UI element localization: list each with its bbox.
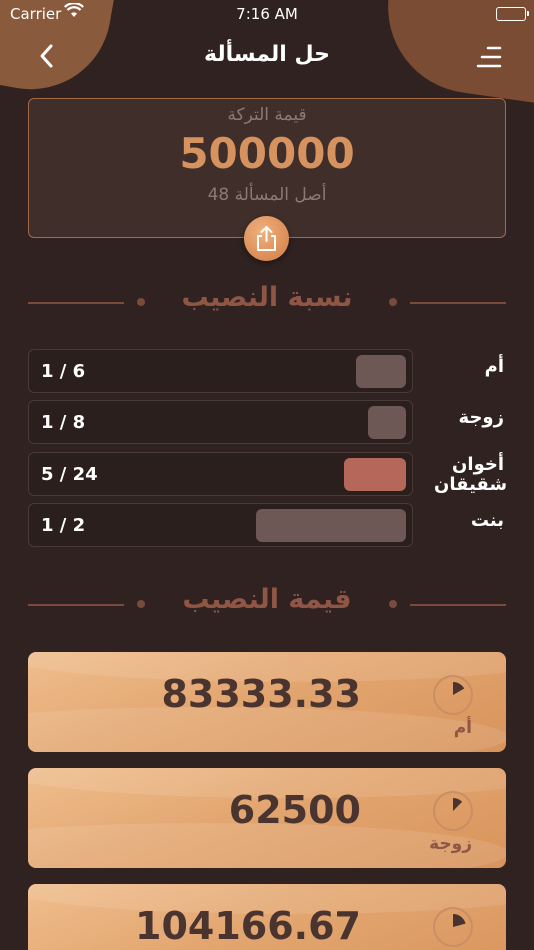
share-value-card[interactable]: 83333.33 أم: [28, 652, 506, 752]
heir-name: بنت: [470, 510, 504, 531]
divider-line: [410, 302, 506, 304]
problem-origin: أصل المسألة 48: [29, 185, 505, 205]
problem-origin-value: 48: [207, 185, 230, 205]
ratio-row-mother: 1 / 6 أم: [0, 349, 534, 395]
ratio-fraction: 1 / 6: [41, 361, 86, 382]
problem-origin-label: أصل المسألة: [234, 185, 327, 205]
ratio-fraction: 1 / 8: [41, 412, 86, 433]
heir-name: زوجة: [429, 834, 472, 854]
ratio-bar: [356, 355, 406, 388]
battery-icon: [496, 7, 529, 21]
divider-line: [410, 604, 506, 606]
value-section-title: قيمة النصيب: [182, 584, 352, 615]
clock: 7:16 AM: [236, 5, 298, 23]
share-value: 104166.67: [135, 904, 361, 948]
navigation-bar: حل المسألة: [0, 34, 534, 78]
ratio-box: 1 / 8: [28, 400, 413, 444]
pie-wedge: [453, 798, 463, 811]
value-section-header: قيمة النصيب: [0, 584, 534, 624]
share-icon: [257, 226, 276, 251]
heir-name: أم: [453, 718, 472, 738]
ratio-box: 1 / 2: [28, 503, 413, 547]
ratio-fraction: 1 / 2: [41, 515, 86, 536]
share-value: 83333.33: [161, 672, 361, 716]
ratio-box: 5 / 24: [28, 452, 413, 496]
ratio-section-header: نسبة النصيب: [0, 282, 534, 322]
share-button[interactable]: [244, 216, 289, 261]
estate-total-label: قيمة التركة: [227, 105, 307, 125]
share-value-card[interactable]: 104166.67: [28, 884, 506, 950]
estate-total-amount: 500000: [179, 129, 355, 178]
pie-wedge: [453, 914, 466, 927]
divider-dot: [389, 600, 397, 608]
share-pie-icon: [433, 675, 473, 715]
share-value: 62500: [228, 788, 361, 832]
ratio-bar: [256, 509, 406, 542]
ratio-bar: [368, 406, 406, 439]
ratio-bar: [344, 458, 406, 491]
heir-name: أخوان شقيقان: [434, 454, 508, 495]
share-pie-icon: [433, 907, 473, 947]
divider-dot: [389, 298, 397, 306]
pie-wedge: [453, 682, 465, 695]
menu-icon[interactable]: [474, 42, 504, 72]
share-value-card[interactable]: 62500 زوجة: [28, 768, 506, 868]
heir-name: أم: [484, 356, 504, 377]
ratio-section-title: نسبة النصيب: [181, 282, 353, 313]
ratio-fraction: 5 / 24: [41, 464, 98, 485]
heir-name: زوجة: [458, 407, 504, 428]
status-bar: Carrier 7:16 AM: [0, 0, 534, 28]
ratio-row-daughter: 1 / 2 بنت: [0, 503, 534, 549]
share-pie-icon: [433, 791, 473, 831]
ratio-row-full-brothers: 5 / 24 أخوان شقيقان: [0, 452, 534, 498]
ratio-row-wife: 1 / 8 زوجة: [0, 400, 534, 446]
page-title: حل المسألة: [204, 42, 330, 67]
ratio-box: 1 / 6: [28, 349, 413, 393]
